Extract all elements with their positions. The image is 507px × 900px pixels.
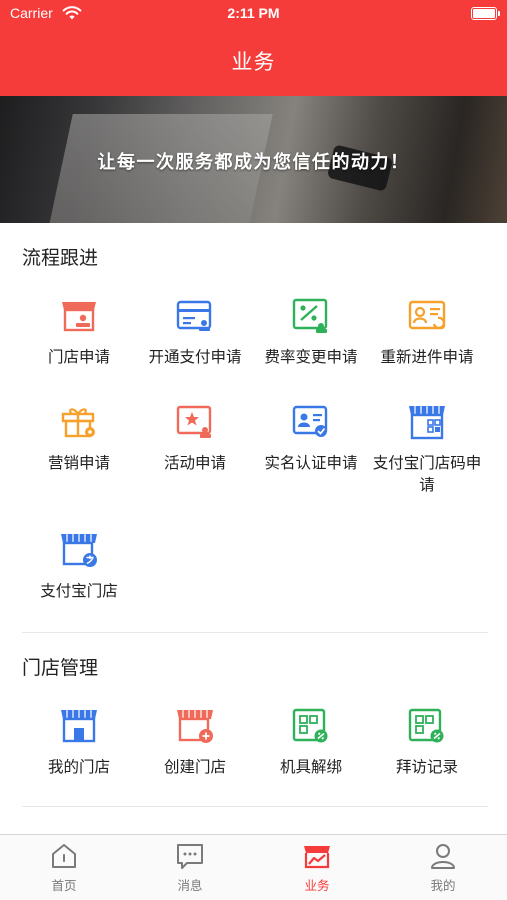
section-title-process: 流程跟进 (22, 247, 99, 269)
battery-icon (471, 7, 500, 20)
rate-change-icon (292, 298, 328, 333)
id-verify-icon (292, 405, 328, 437)
tile-label: 机具解绑 (279, 758, 342, 776)
profile-icon (431, 844, 455, 869)
section-title-store-management: 门店管理 (22, 657, 99, 679)
tile-activity[interactable]: 活动申请 (137, 402, 253, 474)
tile-my-store[interactable]: 我的门店 (21, 706, 137, 778)
visit-record-icon (408, 708, 444, 743)
tab-business[interactable]: 业务 (254, 841, 380, 894)
home-icon (52, 844, 76, 868)
tile-device-unbind[interactable]: 机具解绑 (253, 706, 369, 778)
tile-marketing[interactable]: 营销申请 (21, 402, 137, 474)
tile-alipay-store[interactable]: 支付宝门店 (21, 530, 137, 602)
tile-store-apply[interactable]: 门店申请 (21, 296, 137, 368)
tile-label: 活动申请 (163, 454, 226, 472)
tile-label: 门店申请 (47, 348, 110, 366)
tile-create-store[interactable]: 创建门店 (137, 706, 253, 778)
tile-label: 我的门店 (47, 758, 110, 776)
tile-label: 支付宝门店 (40, 582, 118, 600)
tile-visit-record[interactable]: 拜访记录 (369, 706, 485, 778)
status-bar: Carrier 2:11 PM (0, 0, 507, 30)
tab-label: 业务 (304, 878, 330, 893)
tile-alipay-qrcode[interactable]: 支付宝门店码申请 (369, 402, 485, 496)
message-icon (177, 844, 203, 869)
tile-label: 拜访记录 (395, 758, 458, 776)
reapply-icon (408, 300, 446, 330)
tile-label: 创建门店 (163, 758, 226, 776)
business-icon (304, 846, 330, 869)
tab-label: 消息 (177, 878, 203, 893)
payment-card-icon (176, 300, 212, 331)
tab-label: 首页 (51, 878, 77, 893)
tab-home[interactable]: 首页 (1, 841, 127, 894)
my-store-icon (61, 710, 97, 743)
device-unbind-icon (292, 708, 328, 743)
tile-label: 重新进件申请 (380, 348, 474, 366)
tile-real-name[interactable]: 实名认证申请 (253, 402, 369, 474)
create-store-icon (177, 710, 213, 743)
tile-label: 实名认证申请 (264, 454, 358, 472)
page-title: 业务 (231, 50, 276, 74)
banner-slogan: 让每一次服务都成为您信任的动力！ (97, 152, 410, 173)
status-time: 2:11 PM (227, 5, 280, 21)
promo-banner[interactable]: 让每一次服务都成为您信任的动力！ (0, 96, 507, 223)
tile-label: 开通支付申请 (148, 348, 242, 366)
section-divider (22, 806, 488, 807)
tab-bar: 首页 消息 业务 我的 (0, 834, 507, 900)
activity-star-icon (176, 405, 212, 438)
tile-rate-change[interactable]: 费率变更申请 (253, 296, 369, 368)
tile-reapply[interactable]: 重新进件申请 (369, 296, 485, 368)
tab-messages[interactable]: 消息 (127, 841, 253, 894)
alipay-store-icon (61, 534, 97, 567)
section-divider (22, 632, 488, 633)
tile-label: 支付宝门店码申请 (372, 454, 482, 494)
gift-icon (61, 408, 95, 438)
tile-label: 费率变更申请 (264, 348, 358, 366)
top-bar: Carrier 2:11 PM 业务 (0, 0, 507, 96)
tile-payment-apply[interactable]: 开通支付申请 (137, 296, 253, 368)
tile-label: 营销申请 (47, 454, 110, 472)
tab-label: 我的 (430, 878, 456, 893)
store-qrcode-icon (409, 406, 445, 440)
store-apply-icon (62, 302, 96, 332)
tab-profile[interactable]: 我的 (380, 841, 506, 894)
